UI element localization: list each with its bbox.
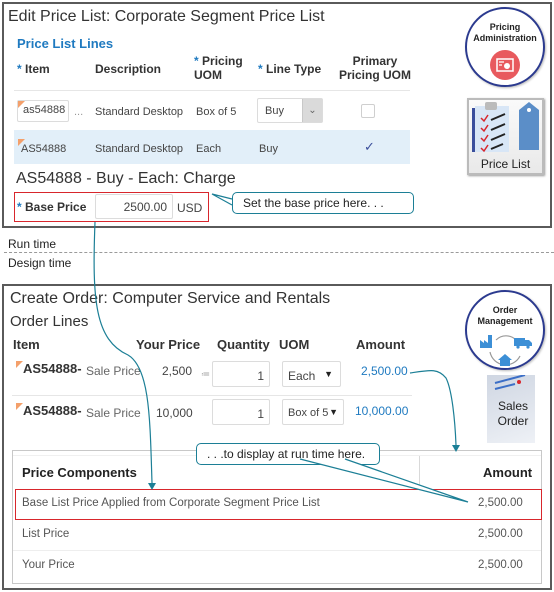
line-type-select[interactable]: Buy ⌄ <box>257 98 323 123</box>
row-pricing-uom: Each <box>196 143 222 155</box>
quantity-input[interactable]: 1 <box>212 361 270 387</box>
row-divider <box>13 550 541 551</box>
chevron-down-icon[interactable]: ⌄ <box>302 99 322 122</box>
header-divider <box>14 90 410 91</box>
column-header-primary-pricing-uom[interactable]: Primary Pricing UOM <box>335 54 415 82</box>
column-divider <box>419 456 420 487</box>
column-header-price-components[interactable]: Price Components <box>22 465 137 480</box>
row-divider <box>12 395 412 396</box>
run-design-divider <box>4 252 554 253</box>
base-price-label: * Base Price <box>17 200 87 214</box>
uom-select[interactable]: Each ▼ <box>282 361 341 387</box>
price-component-amount: 2,500.00 <box>478 497 523 509</box>
page-title: Edit Price List: Corporate Segment Price… <box>8 8 325 25</box>
order-page-title: Create Order: Computer Service and Renta… <box>10 290 331 307</box>
order-row-price-type: Sale Price <box>86 406 141 420</box>
order-row-amount-link[interactable]: 10,000.00 <box>355 404 408 418</box>
checkmark-icon: ✓ <box>364 139 375 154</box>
pricing-icon <box>490 50 520 80</box>
column-header-line-type[interactable]: * Line Type <box>258 62 321 76</box>
order-row-amount-link[interactable]: 2,500.00 <box>361 364 408 378</box>
column-header-uom[interactable]: UOM <box>279 338 309 352</box>
row-line-type: Buy <box>259 143 278 155</box>
section-title-order-lines: Order Lines <box>10 313 89 330</box>
row-pricing-uom: Box of 5 <box>196 106 237 118</box>
column-header-your-price[interactable]: Your Price <box>136 338 200 352</box>
column-header-item[interactable]: * Item <box>17 62 50 76</box>
clipboard-tag-icon <box>472 102 539 153</box>
column-header-pricing-uom[interactable]: * Pricing UOM <box>194 54 254 82</box>
order-row-your-price: 10,000 <box>156 406 193 420</box>
order-management-badge: Order Management <box>465 290 545 370</box>
run-time-label: Run time <box>8 237 57 251</box>
column-header-amount[interactable]: Amount <box>356 338 405 352</box>
row-description: Standard Desktop <box>95 143 184 155</box>
charge-title: AS54888 - Buy - Each: Charge <box>16 170 236 187</box>
order-row-your-price: 2,500 <box>162 364 193 378</box>
price-list-tile[interactable]: Price List <box>467 98 544 175</box>
order-row-price-type: Sale Price <box>86 364 141 378</box>
pricing-administration-badge: Pricing Administration <box>465 7 545 87</box>
section-title-price-list-lines: Price List Lines <box>17 36 114 51</box>
flag-indicator-icon <box>16 361 23 368</box>
price-component-label: Your Price <box>22 559 75 571</box>
column-header-description[interactable]: Description <box>95 62 161 76</box>
resize-handle-icon[interactable]: ≔ <box>201 369 210 380</box>
callout-set-base-price: Set the base price here. . . <box>232 192 414 214</box>
primary-pricing-uom-checkbox[interactable] <box>361 104 375 118</box>
order-row-item: AS54888- <box>23 361 82 376</box>
row-description: Standard Desktop <box>95 106 184 118</box>
price-component-amount: 2,500.00 <box>478 528 523 540</box>
sales-order-tile[interactable]: Sales Order <box>487 375 535 443</box>
price-component-label: List Price <box>22 528 70 540</box>
uom-select[interactable]: Box of 5 ▼ <box>282 399 344 425</box>
factory-truck-home-icon <box>480 335 532 366</box>
flag-indicator-icon <box>16 403 23 410</box>
column-header-quantity[interactable]: Quantity <box>217 338 270 352</box>
price-component-label: Base List Price Applied from Corporate S… <box>22 497 320 509</box>
callout-display-run-time: . . .to display at run time here. <box>196 443 380 465</box>
currency-label: USD <box>177 201 203 215</box>
quantity-input[interactable]: 1 <box>212 399 270 425</box>
item-more-button[interactable]: ... <box>74 106 83 118</box>
order-row-item: AS54888- <box>23 403 82 418</box>
price-component-amount: 2,500.00 <box>478 559 523 571</box>
row-item: AS54888 <box>21 143 67 155</box>
base-price-input[interactable]: 2500.00 <box>95 194 173 219</box>
column-header-item[interactable]: Item <box>13 338 40 352</box>
column-header-amount[interactable]: Amount <box>483 465 532 480</box>
flag-indicator-icon <box>18 101 25 108</box>
design-time-label: Design time <box>8 256 72 270</box>
dropdown-triangle-icon: ▼ <box>329 407 338 417</box>
dropdown-triangle-icon: ▼ <box>324 369 333 379</box>
